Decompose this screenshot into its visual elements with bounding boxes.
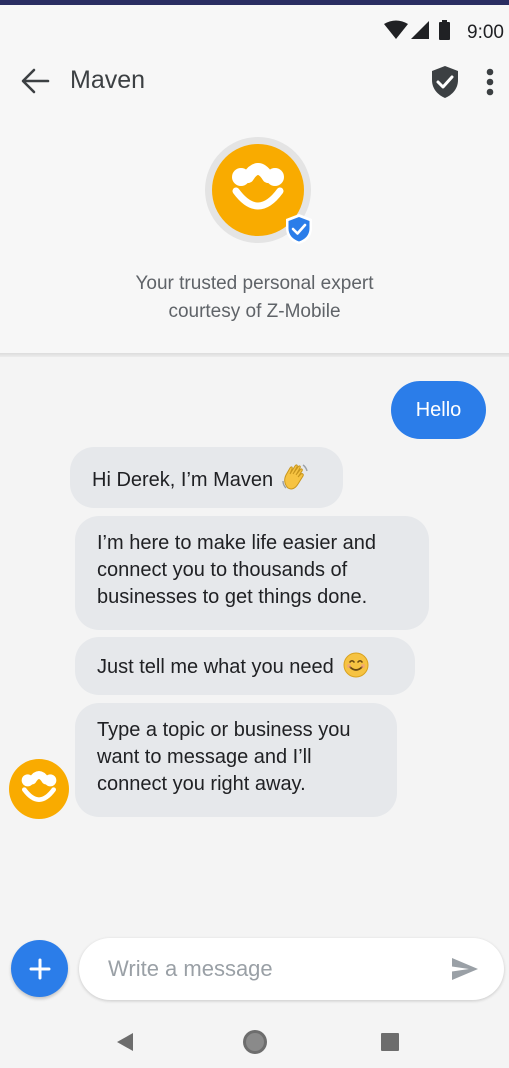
message-text: Hi Derek, I’m Maven — [92, 469, 274, 491]
status-bar: 9:00 — [0, 5, 509, 52]
nav-home-button[interactable] — [235, 1022, 275, 1062]
tagline-line: Your trusted personal expert — [135, 273, 374, 294]
more-vert-icon — [486, 68, 494, 96]
app-bar: Maven — [0, 52, 509, 110]
message-line: connect you to thousands of — [97, 559, 348, 581]
message-input[interactable] — [108, 953, 428, 985]
incoming-message: Type a topic or business you want to mes… — [75, 703, 397, 817]
maven-logo-icon — [232, 163, 284, 210]
verified-badge-icon — [286, 214, 312, 244]
battery-icon — [439, 22, 450, 40]
message-line: Type a topic or business you — [97, 719, 351, 741]
agent-profile: Your trusted personal expert courtesy of… — [0, 110, 509, 355]
nav-home-icon — [243, 1030, 267, 1054]
nav-back-icon — [117, 1033, 133, 1051]
shield-check-icon — [432, 66, 458, 98]
incoming-message: I’m here to make life easier and connect… — [75, 516, 429, 630]
message-composer — [79, 938, 504, 1000]
message-text: Just tell me what you need — [97, 656, 334, 678]
nav-recents-icon — [381, 1033, 399, 1051]
verified-info-button[interactable] — [425, 60, 465, 104]
maven-logo-icon — [21, 771, 57, 802]
more-options-button[interactable] — [476, 60, 504, 104]
message-line: I’m here to make life easier and — [97, 532, 377, 554]
system-nav-bar — [0, 1012, 509, 1068]
incoming-message: Hi Derek, I’m Maven — [70, 447, 343, 508]
status-time: 9:00 — [467, 22, 504, 43]
message-text: Hello — [415, 399, 462, 421]
divider — [0, 353, 509, 357]
outgoing-message: Hello — [391, 381, 486, 439]
smile-emoji — [343, 652, 369, 678]
nav-back-button[interactable] — [105, 1022, 145, 1062]
incoming-message: Just tell me what you need — [75, 637, 415, 695]
message-line: want to message and I’ll — [97, 746, 312, 768]
status-icons — [384, 20, 450, 40]
nav-recents-button[interactable] — [370, 1022, 410, 1062]
page-title: Maven — [70, 66, 146, 94]
back-arrow-icon — [21, 68, 50, 94]
waving-hand-emoji — [282, 464, 308, 490]
add-attachment-button[interactable] — [11, 940, 68, 997]
signal-icon — [411, 21, 429, 39]
wifi-icon — [384, 20, 408, 39]
tagline-line: courtesy of Z-Mobile — [168, 301, 341, 322]
back-button[interactable] — [10, 56, 60, 106]
agent-tagline: Your trusted personal expert courtesy of… — [0, 270, 509, 326]
plus-icon — [29, 958, 50, 979]
send-button[interactable] — [447, 952, 483, 986]
message-line: businesses to get things done. — [97, 586, 368, 608]
agent-avatar — [9, 759, 69, 819]
send-icon — [452, 958, 478, 980]
message-line: connect you right away. — [97, 773, 306, 795]
